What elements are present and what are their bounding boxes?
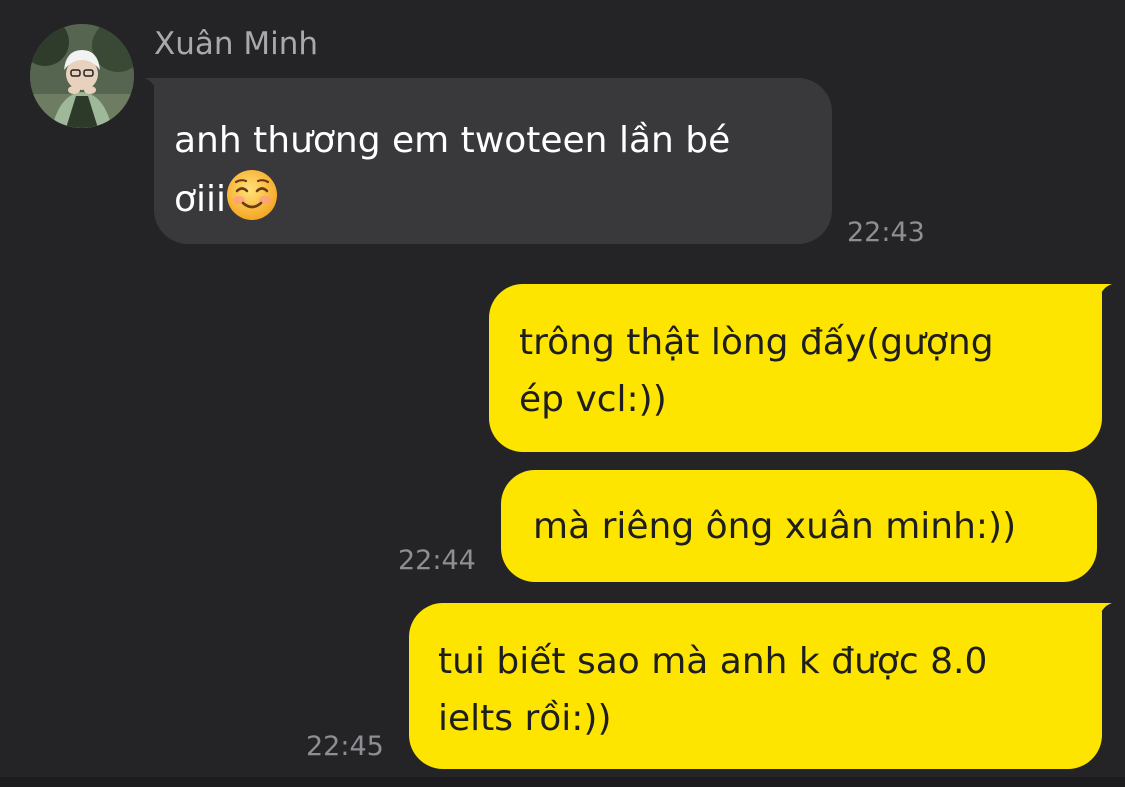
avatar[interactable] bbox=[30, 24, 134, 128]
smiling-face-emoji-icon bbox=[227, 170, 278, 220]
outgoing-message-bubble[interactable]: mà riêng ông xuân minh:)) bbox=[501, 470, 1097, 582]
bubble-tail-icon bbox=[144, 78, 166, 98]
message-timestamp: 22:45 bbox=[306, 731, 384, 762]
avatar-photo bbox=[30, 24, 134, 128]
bottom-divider bbox=[0, 777, 1125, 787]
message-text: mà riêng ông xuân minh:)) bbox=[533, 506, 1017, 547]
bubble-tail-icon bbox=[1090, 603, 1112, 623]
message-timestamp: 22:43 bbox=[847, 217, 925, 248]
bubble-tail-icon bbox=[1090, 284, 1112, 304]
message-text: tui biết sao mà anh k được 8.0 ielts rồi… bbox=[438, 641, 988, 739]
chat-thread[interactable]: Xuân Minh anh thương em twoteen lần bé ơ… bbox=[0, 0, 1125, 777]
message-text: trông thật lòng đấy(gượng ép vcl:)) bbox=[519, 322, 994, 420]
outgoing-message-bubble[interactable]: tui biết sao mà anh k được 8.0 ielts rồi… bbox=[409, 603, 1112, 769]
incoming-message-bubble[interactable]: anh thương em twoteen lần bé ơiii bbox=[144, 78, 832, 244]
outgoing-message-bubble[interactable]: trông thật lòng đấy(gượng ép vcl:)) bbox=[489, 284, 1112, 452]
sender-name: Xuân Minh bbox=[154, 26, 319, 62]
message-timestamp: 22:44 bbox=[398, 545, 476, 576]
